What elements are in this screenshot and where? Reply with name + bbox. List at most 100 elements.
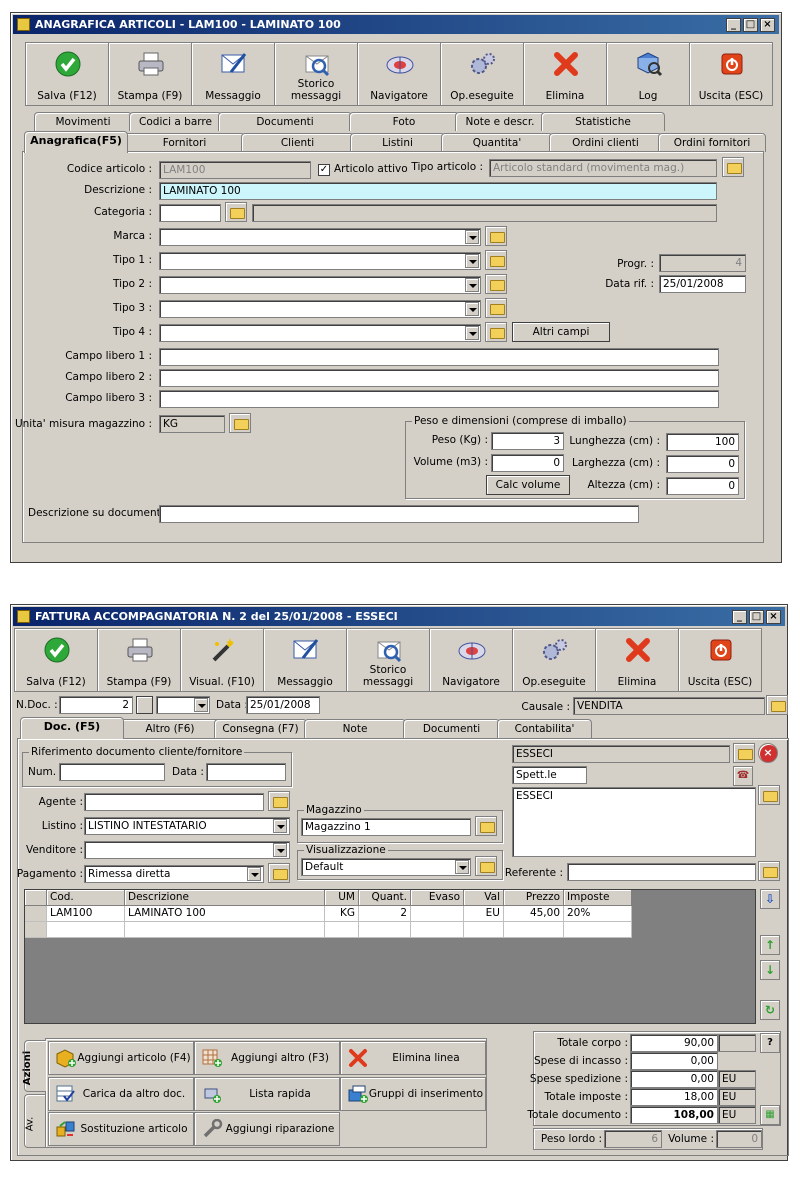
w2-button-5[interactable]: Navigatore bbox=[429, 628, 513, 692]
articoli-titlebar[interactable]: ANAGRAFICA ARTICOLI - LAM100 - LAMINATO … bbox=[13, 15, 779, 34]
serie-select[interactable] bbox=[156, 696, 210, 714]
corpo-field[interactable]: 90,00 bbox=[630, 1034, 718, 1052]
side-tab-azioni[interactable]: Azioni bbox=[22, 1040, 46, 1092]
progr-field[interactable]: 4 bbox=[659, 254, 746, 272]
volume-field[interactable]: 0 bbox=[491, 454, 564, 472]
tab-foto[interactable]: Foto bbox=[349, 112, 459, 131]
tab-ordini-clienti[interactable]: Ordini clienti bbox=[549, 133, 662, 152]
desc-doc-field[interactable] bbox=[159, 505, 639, 523]
action-button-3[interactable]: Carica da altro doc. bbox=[48, 1077, 194, 1111]
tab-doc-f5-[interactable]: Doc. (F5) bbox=[20, 717, 124, 739]
chevron-down-icon[interactable] bbox=[465, 302, 479, 316]
fattura-titlebar[interactable]: FATTURA ACCOMPAGNATORIA N. 2 del 25/01/2… bbox=[13, 607, 785, 626]
cliente-indirizzo-field[interactable]: ESSECI bbox=[512, 787, 756, 857]
move-down-icon[interactable]: ⇩ bbox=[760, 889, 780, 909]
um-folder-icon[interactable] bbox=[229, 413, 251, 433]
tab-movimenti[interactable]: Movimenti bbox=[34, 112, 132, 131]
tipo3-folder-icon[interactable] bbox=[485, 298, 507, 318]
w2-button-3[interactable]: Messaggio bbox=[263, 628, 347, 692]
action-button-4[interactable]: Lista rapida bbox=[194, 1077, 340, 1111]
side-tab-av[interactable]: Av. bbox=[24, 1094, 46, 1148]
causale-folder-icon[interactable] bbox=[766, 695, 788, 715]
w1-button-7[interactable]: Log bbox=[606, 42, 690, 106]
arrow-down-icon[interactable]: ↓ bbox=[760, 960, 780, 980]
um-field[interactable]: KG bbox=[159, 415, 225, 433]
altri-campi-button[interactable]: Altri campi bbox=[512, 322, 610, 342]
w1-button-4[interactable]: Navigatore bbox=[357, 42, 441, 106]
grid-col-header[interactable]: Evaso bbox=[411, 890, 464, 905]
tab-contabilita-[interactable]: Contabilita' bbox=[497, 719, 592, 738]
ndoc-field[interactable]: 2 bbox=[59, 696, 133, 714]
tab-fornitori[interactable]: Fornitori bbox=[124, 133, 245, 152]
cliente-nome-field[interactable]: ESSECI bbox=[512, 745, 730, 763]
larghezza-field[interactable]: 0 bbox=[666, 455, 739, 473]
tab-documenti[interactable]: Documenti bbox=[403, 719, 500, 738]
action-button-2[interactable]: Elimina linea bbox=[340, 1041, 486, 1075]
descrizione-field[interactable]: LAMINATO 100 bbox=[159, 182, 717, 200]
tipo3-select[interactable] bbox=[159, 300, 481, 318]
tipo1-folder-icon[interactable] bbox=[485, 250, 507, 270]
grid-cell[interactable] bbox=[125, 922, 325, 937]
tipo2-select[interactable] bbox=[159, 276, 481, 294]
grid-cell[interactable]: LAMINATO 100 bbox=[125, 906, 325, 921]
ndoc-spin-button[interactable] bbox=[136, 696, 153, 714]
tipo1-select[interactable] bbox=[159, 252, 481, 270]
libero2-field[interactable] bbox=[159, 369, 719, 387]
tab-consegna-f7-[interactable]: Consegna (F7) bbox=[214, 719, 307, 738]
listino-select[interactable]: LISTINO INTESTATARIO bbox=[84, 817, 290, 835]
visual-folder-icon[interactable] bbox=[475, 856, 497, 876]
agente-folder-icon[interactable] bbox=[268, 791, 290, 811]
grid-cell[interactable]: KG bbox=[325, 906, 359, 921]
action-button-1[interactable]: Aggiungi altro (F3) bbox=[194, 1041, 340, 1075]
refresh-icon[interactable]: ↻ bbox=[760, 1000, 780, 1020]
grid-cell[interactable] bbox=[47, 922, 125, 937]
marca-folder-icon[interactable] bbox=[485, 226, 507, 246]
grid-cell[interactable]: 20% bbox=[564, 906, 632, 921]
grid-cell[interactable] bbox=[411, 906, 464, 921]
libero1-field[interactable] bbox=[159, 348, 719, 366]
grid-cell[interactable] bbox=[411, 922, 464, 937]
totali-calc-icon[interactable]: ▦ bbox=[760, 1105, 780, 1125]
grid-col-header[interactable]: UM bbox=[325, 890, 359, 905]
lunghezza-field[interactable]: 100 bbox=[666, 433, 739, 451]
action-button-5[interactable]: Gruppi di inserimento bbox=[340, 1077, 486, 1111]
grid-cell[interactable] bbox=[325, 922, 359, 937]
w1-button-8[interactable]: Uscita (ESC) bbox=[689, 42, 773, 106]
close-button[interactable]: × bbox=[766, 610, 781, 624]
action-button-6[interactable]: Sostituzione articolo bbox=[48, 1112, 194, 1146]
listino-chevron-down-icon[interactable] bbox=[273, 819, 287, 833]
cliente-titolo-field[interactable]: Spett.le bbox=[512, 766, 587, 784]
cliente-clear-icon[interactable]: × bbox=[758, 743, 778, 763]
tipo-articolo-folder-icon[interactable] bbox=[722, 157, 744, 177]
chevron-down-icon[interactable] bbox=[465, 326, 479, 340]
tipo-articolo-field[interactable]: Articolo standard (movimenta mag.) bbox=[489, 159, 717, 177]
chevron-down-icon[interactable] bbox=[194, 698, 208, 712]
tab-clienti[interactable]: Clienti bbox=[241, 133, 354, 152]
magazzino-field[interactable]: Magazzino 1 bbox=[301, 818, 471, 836]
table-row[interactable] bbox=[25, 922, 632, 938]
tipo2-folder-icon[interactable] bbox=[485, 274, 507, 294]
tab-anagrafica-f5-[interactable]: Anagrafica(F5) bbox=[24, 131, 128, 153]
venditore-select[interactable] bbox=[84, 841, 290, 859]
grid-col-header[interactable]: Imposte bbox=[564, 890, 632, 905]
w2-button-4[interactable]: Storico messaggi bbox=[346, 628, 430, 692]
tab-quantita-[interactable]: Quantita' bbox=[441, 133, 553, 152]
causale-field[interactable]: VENDITA bbox=[573, 697, 765, 715]
w2-button-0[interactable]: Salva (F12) bbox=[14, 628, 98, 692]
pagamento-folder-icon[interactable] bbox=[268, 863, 290, 883]
grid-col-header[interactable]: Descrizione bbox=[125, 890, 325, 905]
minimize-button[interactable]: _ bbox=[732, 610, 747, 624]
tipo4-folder-icon[interactable] bbox=[485, 322, 507, 342]
w1-button-5[interactable]: Op.eseguite bbox=[440, 42, 524, 106]
libero3-field[interactable] bbox=[159, 390, 719, 408]
pagamento-chevron-down-icon[interactable] bbox=[247, 867, 261, 881]
calc-volume-button[interactable]: Calc volume bbox=[486, 475, 570, 495]
w2-button-8[interactable]: Uscita (ESC) bbox=[678, 628, 762, 692]
attivo-checkbox[interactable]: ✓ bbox=[318, 164, 330, 176]
visual-select[interactable]: Default bbox=[301, 858, 471, 876]
spedizione-field[interactable]: 0,00 bbox=[630, 1070, 718, 1088]
tab-codici-a-barre[interactable]: Codici a barre bbox=[129, 112, 222, 131]
incasso-field[interactable]: 0,00 bbox=[630, 1052, 718, 1070]
grid-cell[interactable] bbox=[359, 922, 411, 937]
peso-field[interactable]: 3 bbox=[491, 432, 564, 450]
